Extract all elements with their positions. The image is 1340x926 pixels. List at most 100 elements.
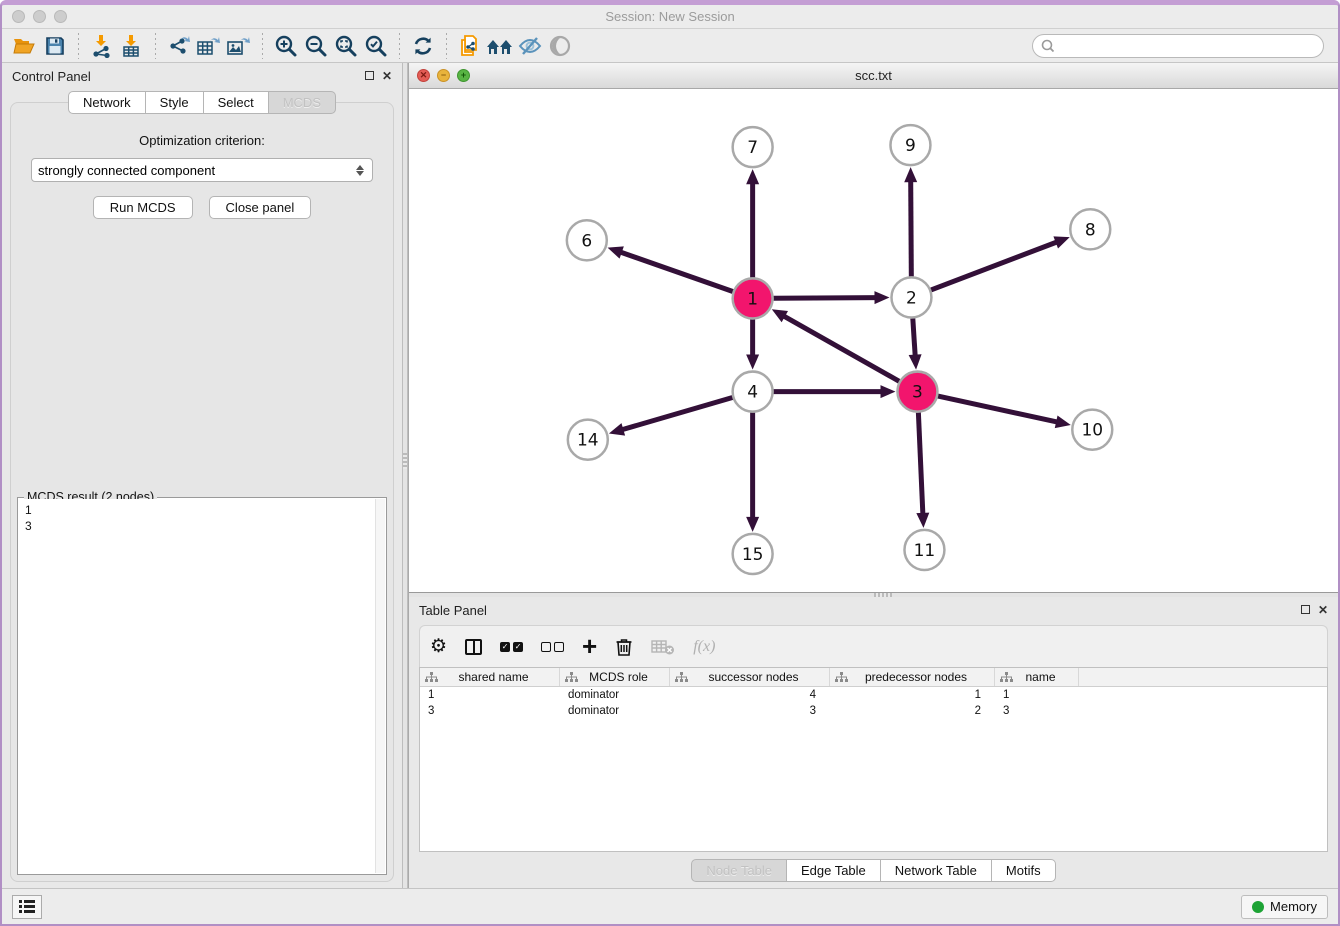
control-panel: Control Panel ✕ NetworkStyleSelectMCDS O… [2,63,402,888]
table-cell[interactable]: 3 [995,703,1079,719]
table-cell[interactable]: 3 [420,703,560,719]
node-label-7: 7 [747,138,758,158]
clone-network-icon[interactable] [455,32,485,60]
memory-button[interactable]: Memory [1241,895,1328,919]
edge-2-9[interactable] [911,180,912,276]
export-network-icon[interactable] [164,32,194,60]
zoom-selected-icon[interactable] [361,32,391,60]
network-canvas[interactable]: 7968124314101511 [409,89,1338,592]
close-panel-icon[interactable]: ✕ [382,70,392,82]
memory-button-label: Memory [1270,899,1317,914]
hide-selected-icon[interactable] [515,32,545,60]
horizontal-splitter[interactable] [409,593,1338,597]
network-view-titlebar[interactable]: ✕ − + scc.txt [409,63,1338,89]
float-panel-icon[interactable] [365,70,374,82]
network-graph[interactable]: 7968124314101511 [409,89,1338,592]
column-header-MCDS-role[interactable]: MCDS role [560,668,670,686]
delete-table-icon[interactable] [651,632,675,662]
edge-arrowhead [1053,236,1069,248]
mcds-result-text[interactable]: 1 3 [19,499,375,873]
table-settings-gear-icon[interactable]: ⚙ [430,632,447,662]
mcds-panel: Optimization criterion: strongly connect… [10,102,394,882]
add-column-icon[interactable]: + [582,632,597,662]
edge-arrowhead [746,517,759,532]
table-cell[interactable]: dominator [560,703,670,719]
tab-network-table[interactable]: Network Table [881,859,992,882]
toolbar-separator [262,33,263,59]
show-graphics-details-icon[interactable] [545,32,575,60]
zoom-in-icon[interactable] [271,32,301,60]
export-table-icon[interactable] [194,32,224,60]
edge-1-2[interactable] [774,298,877,299]
column-header-predecessor-nodes[interactable]: predecessor nodes [830,668,995,686]
edge-3-11[interactable] [918,413,923,515]
float-panel-icon[interactable] [1301,604,1310,616]
close-panel-button[interactable]: Close panel [209,196,312,219]
search-field[interactable] [1032,34,1324,58]
edge-arrowhead [916,513,929,528]
tab-edge-table[interactable]: Edge Table [787,859,881,882]
table-cell[interactable]: 3 [670,703,830,719]
network-view-window: ✕ − + scc.txt 7968124314101511 [409,63,1338,593]
import-table-icon[interactable] [117,32,147,60]
control-panel-title: Control Panel [12,69,91,84]
delete-column-trash-icon[interactable] [615,632,633,662]
first-neighbors-icon[interactable] [485,32,515,60]
run-mcds-button[interactable]: Run MCDS [93,196,193,219]
zoom-fit-icon[interactable] [331,32,361,60]
export-image-icon[interactable] [224,32,254,60]
column-header-name[interactable]: name [995,668,1079,686]
splitter-grip[interactable] [874,593,892,597]
table-row[interactable]: 1dominator411 [420,687,1327,703]
table-cell[interactable]: 4 [670,687,830,703]
close-panel-icon[interactable]: ✕ [1318,604,1328,616]
tab-network[interactable]: Network [68,91,146,114]
node-label-14: 14 [577,431,599,451]
edge-arrowhead [609,423,625,436]
column-header-shared-name[interactable]: shared name [420,668,560,686]
column-header-successor-nodes[interactable]: successor nodes [670,668,830,686]
node-table[interactable]: shared nameMCDS rolesuccessor nodesprede… [419,667,1328,852]
memory-status-icon [1252,901,1264,913]
edge-2-8[interactable] [931,242,1058,290]
refresh-layout-icon[interactable] [408,32,438,60]
splitter-grip[interactable] [403,453,407,469]
search-input[interactable] [1059,36,1323,56]
edge-1-6[interactable] [620,252,733,292]
edge-3-1[interactable] [783,316,899,382]
table-cell[interactable]: 1 [420,687,560,703]
tab-select[interactable]: Select [204,91,269,114]
window-title: Session: New Session [2,9,1338,24]
zoom-out-icon[interactable] [301,32,331,60]
deselect-all-checkboxes-icon[interactable] [541,632,564,662]
table-cell[interactable]: dominator [560,687,670,703]
save-session-icon[interactable] [40,32,70,60]
table-cell[interactable]: 1 [995,687,1079,703]
tab-mcds[interactable]: MCDS [269,91,336,114]
edge-3-10[interactable] [938,396,1058,422]
select-all-checkboxes-icon[interactable]: ✓✓ [500,632,523,662]
vertical-splitter[interactable] [402,63,408,888]
optimization-criterion-select[interactable]: strongly connected component [31,158,373,182]
tab-style[interactable]: Style [146,91,204,114]
edge-arrowhead [608,246,624,258]
function-builder-icon[interactable]: f(x) [693,632,715,662]
open-file-icon[interactable] [10,32,40,60]
task-history-button[interactable] [12,895,42,919]
edge-2-3[interactable] [913,318,915,356]
network-minimize-icon[interactable]: − [437,69,450,82]
column-tree-icon [425,672,438,683]
toolbar-separator [78,33,79,59]
network-close-icon[interactable]: ✕ [417,69,430,82]
split-panel-icon[interactable] [465,632,482,662]
tab-motifs[interactable]: Motifs [992,859,1056,882]
import-network-icon[interactable] [87,32,117,60]
table-cell[interactable]: 2 [830,703,995,719]
table-row[interactable]: 3dominator323 [420,703,1327,719]
tab-node-table[interactable]: Node Table [691,859,787,882]
node-label-3: 3 [912,383,923,403]
edge-4-14[interactable] [621,397,732,429]
network-maximize-icon[interactable]: + [457,69,470,82]
result-scrollbar[interactable] [375,499,385,873]
table-cell[interactable]: 1 [830,687,995,703]
